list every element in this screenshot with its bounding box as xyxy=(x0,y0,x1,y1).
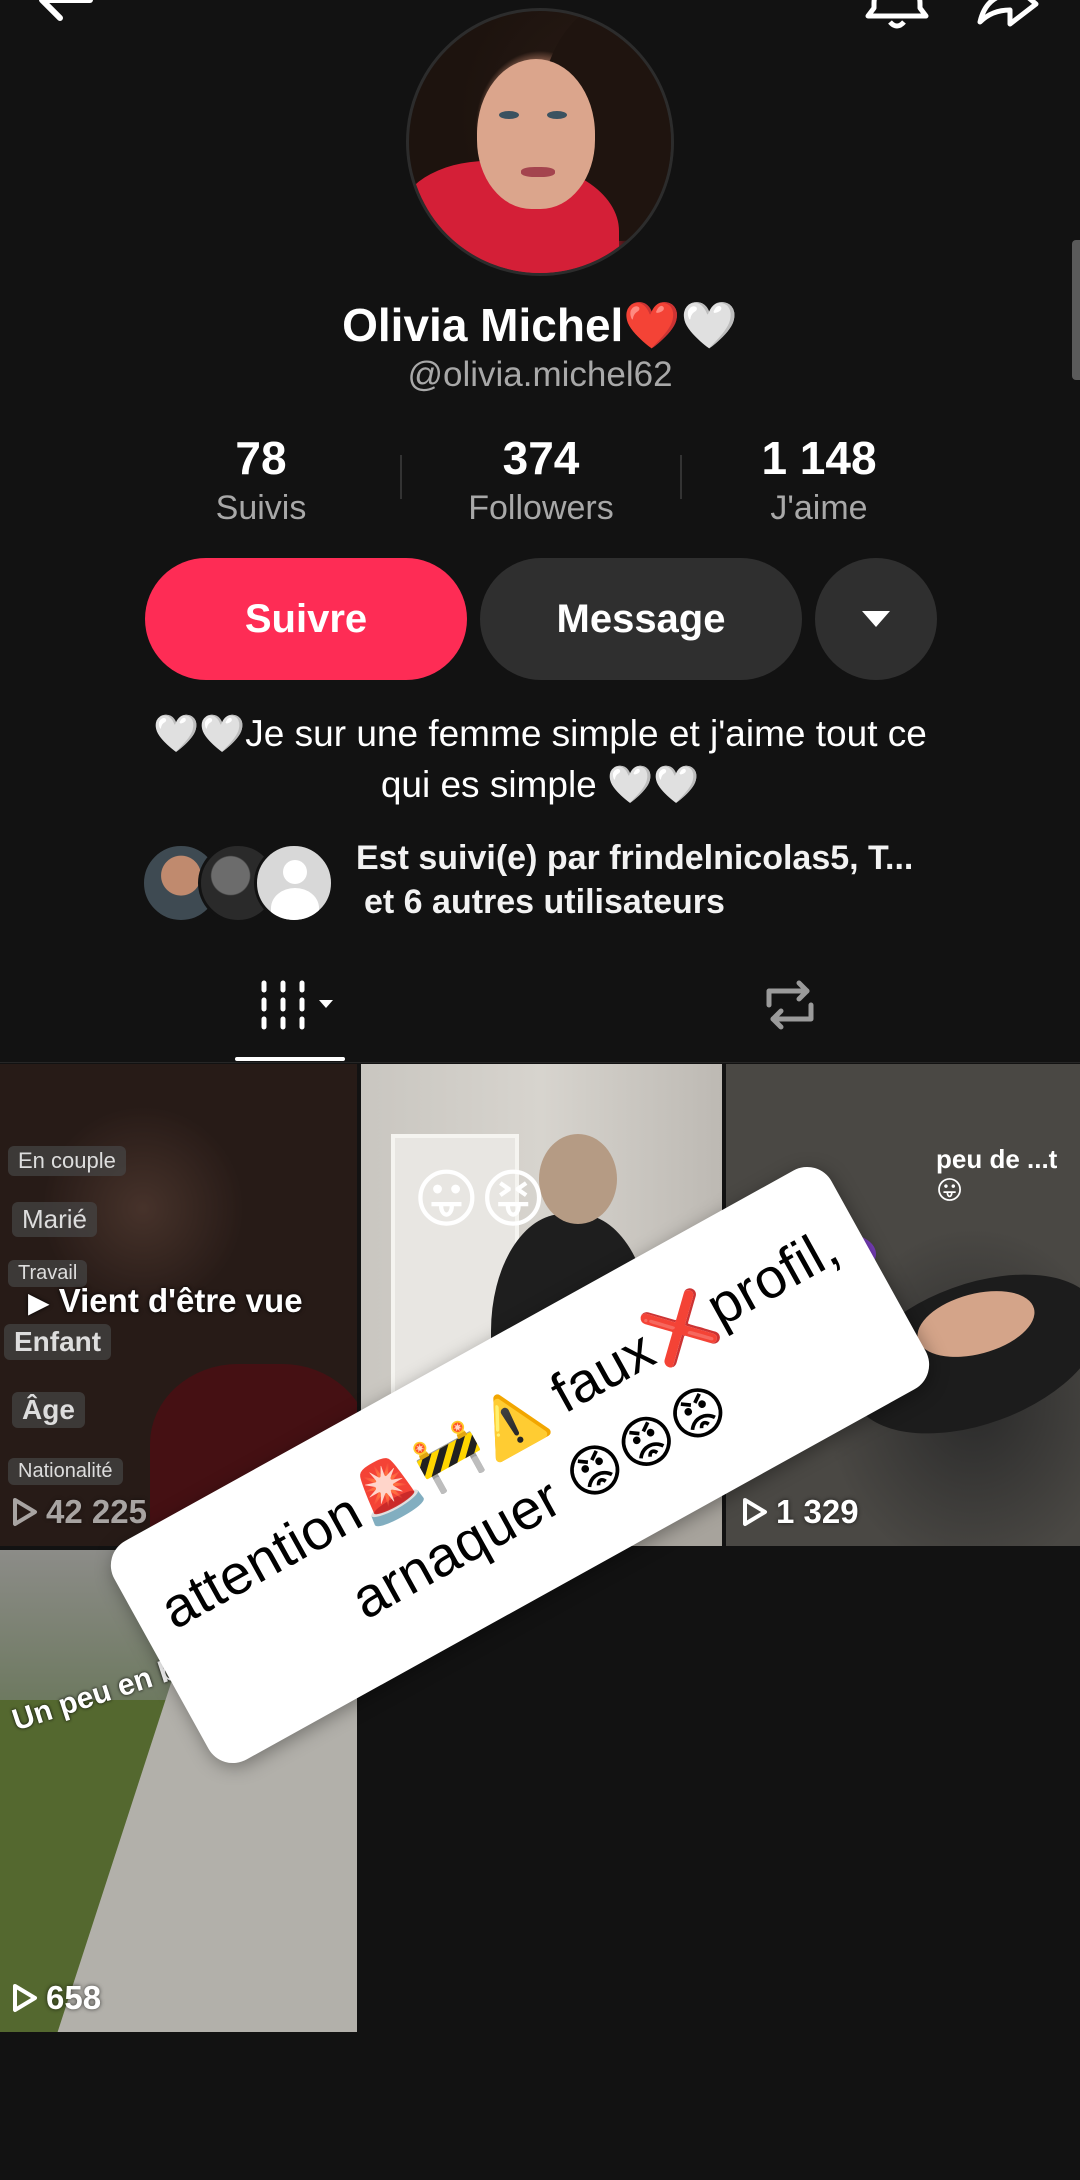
stat-following-label: Suivis xyxy=(215,489,307,527)
overlay-tag: Enfant xyxy=(4,1324,112,1360)
stat-likes[interactable]: 1 148 J'aime xyxy=(699,430,939,530)
play-icon xyxy=(743,1498,767,1526)
play-icon xyxy=(13,1984,37,2012)
view-count: 42 225 xyxy=(12,1493,147,1531)
play-icon xyxy=(13,1498,37,1526)
follower-avatar[interactable] xyxy=(254,843,334,923)
stat-following-value: 78 xyxy=(235,432,287,484)
stat-followers-label: Followers xyxy=(468,489,614,527)
followed-by-line: Est suivi(e) par frindelnicolas5, T... xyxy=(356,839,914,877)
bio-line: qui es simple 🤍🤍 xyxy=(380,764,700,805)
share-icon[interactable] xyxy=(972,0,1042,38)
stat-likes-value: 1 148 xyxy=(761,432,877,484)
recently-viewed-label: ▶ Vient d'être vue xyxy=(28,1282,303,1319)
profile-avatar[interactable] xyxy=(406,8,674,276)
followed-by-text[interactable]: Est suivi(e) par frindelnicolas5, T... e… xyxy=(356,836,913,924)
view-count: 658 xyxy=(12,1979,101,2017)
overlay-tag: En couple xyxy=(8,1146,126,1176)
overlay-tag: Marié xyxy=(12,1202,98,1237)
profile-bio: 🤍🤍Je sur une femme simple et j'aime tout… xyxy=(80,708,1000,810)
stat-followers-value: 374 xyxy=(502,432,580,484)
overlay-tag: Âge xyxy=(12,1392,85,1428)
repost-icon xyxy=(766,980,814,1030)
view-count: 1 329 xyxy=(742,1493,859,1531)
stat-divider xyxy=(400,455,402,499)
bio-line: 🤍🤍Je sur une femme simple et j'aime tout… xyxy=(153,713,927,754)
recently-viewed-text: Vient d'être vue xyxy=(58,1282,303,1319)
bell-icon[interactable] xyxy=(862,0,932,38)
tab-active-indicator xyxy=(235,1057,345,1061)
followed-by-line: et 6 autres utilisateurs xyxy=(364,883,725,921)
view-count-value: 42 225 xyxy=(46,1493,147,1530)
overlay-emoji: 😛😝 xyxy=(413,1163,547,1235)
more-options-button[interactable] xyxy=(815,558,937,680)
back-arrow-icon[interactable] xyxy=(30,0,100,38)
view-count-value: 1 329 xyxy=(776,1493,859,1530)
video-caption: peu de ...t 😛 xyxy=(936,1144,1058,1205)
tabs-divider xyxy=(0,1062,1080,1063)
profile-handle: @olivia.michel62 xyxy=(407,355,673,394)
tab-videos[interactable] xyxy=(235,975,345,1035)
caret-down-icon xyxy=(862,611,890,627)
overlay-tag: Nationalité xyxy=(8,1458,123,1485)
stat-followers[interactable]: 374 Followers xyxy=(421,430,661,530)
stat-likes-label: J'aime xyxy=(770,489,868,527)
follow-button[interactable]: Suivre xyxy=(145,558,467,680)
stat-following[interactable]: 78 Suivis xyxy=(141,430,381,530)
profile-name: Olivia Michel❤️🤍 xyxy=(342,299,738,351)
message-button[interactable]: Message xyxy=(480,558,802,680)
stat-divider xyxy=(680,455,682,499)
view-count-value: 658 xyxy=(46,1979,102,2016)
tab-reposts[interactable] xyxy=(755,975,825,1035)
grid-icon xyxy=(261,980,305,1030)
